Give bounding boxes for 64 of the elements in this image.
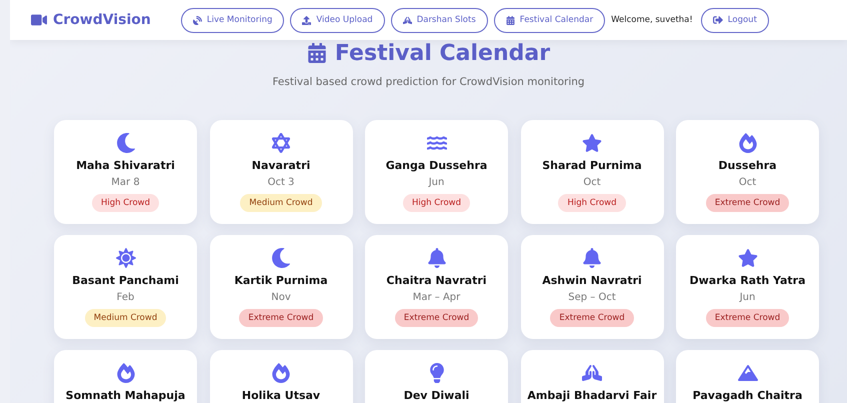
nav-button[interactable]: Video Upload [290, 8, 385, 32]
sun-icon [116, 248, 136, 268]
bell-icon [426, 248, 446, 268]
festival-name: Sharad Purnima [542, 159, 642, 172]
nav-button[interactable]: Live Monitoring [180, 8, 284, 32]
festival-date: Oct [738, 177, 756, 188]
crowd-badge: High Crowd [92, 194, 160, 212]
festival-date: Feb [116, 292, 134, 303]
crowd-badge: Extreme Crowd [550, 309, 634, 327]
festival-name: Navaratri [252, 159, 310, 172]
crowd-badge: High Crowd [558, 194, 626, 212]
page-subtitle: Festival based crowd prediction for CrowdVision monitoring [271, 76, 586, 88]
festival-date: Nov [271, 292, 291, 303]
satellite-dish-icon [192, 16, 202, 24]
festival-date: Oct 3 [268, 177, 294, 188]
bell-icon [582, 248, 602, 268]
festival-name: Somnath Mahapuja [66, 389, 186, 402]
crowd-badge: Medium Crowd [240, 194, 322, 212]
festival-name: Ganga Dussehra [386, 159, 488, 172]
festival-date: Mar 8 [111, 177, 140, 188]
festival-name: Dussehra [718, 159, 777, 172]
festival-date: Jun [740, 292, 756, 303]
praying-hands-icon [402, 16, 412, 24]
upload-icon [302, 16, 312, 24]
crowd-badge: Extreme Crowd [706, 309, 790, 327]
festival-date: Sep – Oct [568, 292, 616, 303]
praying-hands-icon [582, 363, 602, 383]
mountain-icon [738, 363, 758, 383]
star-icon [582, 133, 602, 153]
festival-name: Chaitra Navratri [386, 274, 487, 287]
festival-name: Maha Shivaratri [76, 159, 175, 172]
brand-name: CrowdVision [53, 12, 151, 28]
festival-date: Oct [583, 177, 601, 188]
logout-button[interactable]: Logout [700, 8, 769, 32]
festival-name: Kartik Purnima [234, 274, 328, 287]
hexagram-icon [271, 133, 291, 153]
festival-name: Ambaji Bhadarvi Fair [527, 389, 657, 402]
flame-icon [271, 363, 291, 383]
moon-icon [116, 133, 136, 153]
festival-name: Holika Utsav [242, 389, 320, 402]
festival-date: Jun [428, 177, 444, 188]
star-icon [738, 248, 758, 268]
welcome-text: Welcome, suvetha! [611, 15, 693, 25]
festival-name: Dwarka Rath Yatra [689, 274, 806, 287]
crowd-badge: Extreme Crowd [706, 194, 790, 212]
calendar-icon [506, 16, 515, 24]
crowd-badge: Extreme Crowd [394, 309, 478, 327]
crowd-badge: High Crowd [402, 194, 470, 212]
crowd-badge: Medium Crowd [84, 309, 166, 327]
festival-name: Basant Panchami [72, 274, 179, 287]
page-title: Festival Calendar [334, 40, 550, 66]
moon-icon [271, 248, 291, 268]
festival-name: Ashwin Navratri [542, 274, 642, 287]
flame-icon [738, 133, 758, 153]
nav-button[interactable]: Darshan Slots [390, 8, 488, 32]
nav-button[interactable]: Festival Calendar [494, 8, 606, 32]
festival-name: Dev Diwali [404, 389, 470, 402]
crowd-badge: Extreme Crowd [239, 309, 323, 327]
video-camera-icon [31, 12, 47, 28]
festival-name: Pavagadh Chaitra [692, 389, 802, 402]
logout-icon [712, 15, 723, 25]
flame-icon [116, 363, 136, 383]
festival-date: Mar – Apr [412, 292, 460, 303]
calendar-icon [306, 43, 327, 63]
